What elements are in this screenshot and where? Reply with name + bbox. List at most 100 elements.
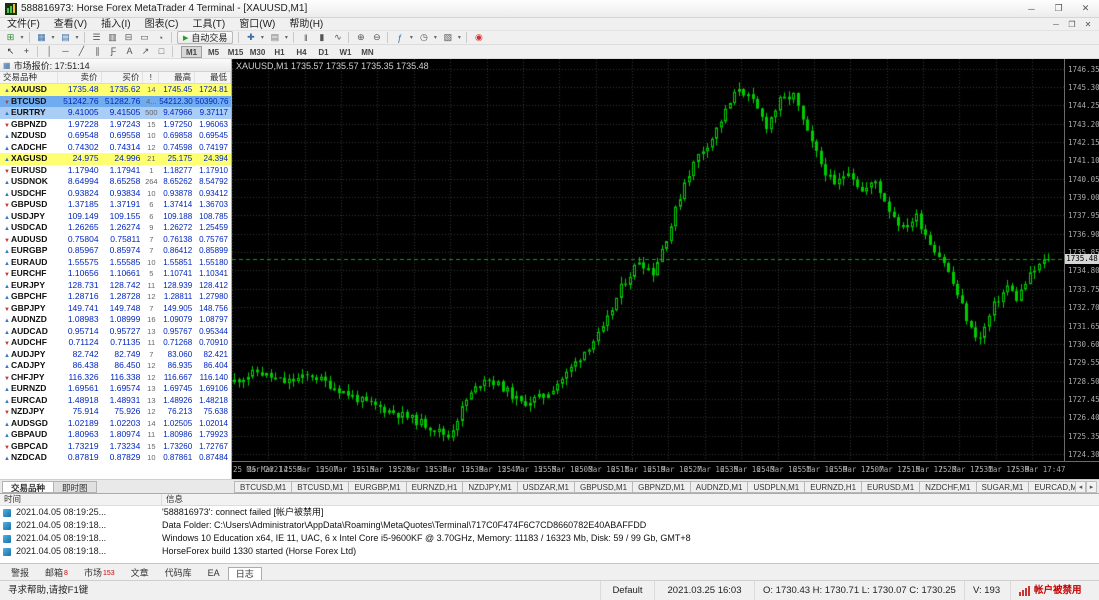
menu-item[interactable]: 查看(V): [47, 19, 94, 30]
market-watch-row[interactable]: ▼AUDCHF 0.71124 0.71135 11 0.71268 0.70910: [0, 337, 231, 349]
terminal-tab-日志[interactable]: 日志: [227, 567, 262, 581]
line-chart-icon[interactable]: ∿: [330, 32, 345, 44]
indicators-icon-caret[interactable]: ▾: [407, 32, 415, 44]
market-watch-row[interactable]: ▼GBPNZD 1.97228 1.97243 15 1.97250 1.96063: [0, 119, 231, 131]
column-high[interactable]: 最高: [159, 72, 196, 83]
market-watch-row[interactable]: ▲EURGBP 0.85967 0.85974 7 0.86412 0.85899: [0, 245, 231, 257]
terminal-tab-邮箱[interactable]: 邮箱 8: [37, 566, 76, 580]
chart-tab[interactable]: USDZAR,M1: [516, 480, 575, 493]
zoom-out-icon[interactable]: ⊖: [369, 32, 384, 44]
market-watch-row[interactable]: ▼CHFJPY 116.326 116.338 12 116.667 116.140: [0, 372, 231, 384]
chart-window-icon-caret[interactable]: ▾: [49, 32, 57, 44]
timeframe-d1[interactable]: D1: [313, 46, 334, 58]
market-watch-row[interactable]: ▲EURJPY 128.731 128.742 11 128.939 128.412: [0, 280, 231, 292]
chart-area[interactable]: XAUUSD,M1 1735.57 1735.57 1735.35 1735.4…: [232, 59, 1099, 479]
profiles-dropdown-icon-caret[interactable]: ▾: [282, 32, 290, 44]
tabs-scroll-left-icon[interactable]: ◂: [1075, 480, 1086, 493]
timeframe-h1[interactable]: H1: [269, 46, 290, 58]
timeframes-dropdown-icon-caret[interactable]: ▾: [431, 32, 439, 44]
menu-item[interactable]: 文件(F): [0, 19, 47, 30]
market-watch-row[interactable]: ▲XAUUSD 1735.48 1735.62 14 1745.45 1724.81: [0, 84, 231, 96]
tabs-scroll-right-icon[interactable]: ▸: [1086, 480, 1097, 493]
market-watch-row[interactable]: ▲USDNOK 8.64994 8.65258 264 8.65262 8.54792: [0, 176, 231, 188]
terminal-icon[interactable]: ▭: [137, 32, 152, 44]
market-watch-row[interactable]: ▲NZDUSD 0.69548 0.69558 10 0.69858 0.69545: [0, 130, 231, 142]
market-watch-row[interactable]: ▲AUDCAD 0.95714 0.95727 13 0.95767 0.95344: [0, 326, 231, 338]
cursor-icon[interactable]: ↖: [3, 46, 18, 58]
new-chart-icon-caret[interactable]: ▾: [258, 32, 266, 44]
terminal-tab-代码库[interactable]: 代码库: [157, 566, 200, 580]
market-watch-row[interactable]: ▲NZDCAD 0.87819 0.87829 10 0.87861 0.87484: [0, 452, 231, 464]
profiles-dropdown-icon[interactable]: ▤: [267, 32, 282, 44]
journal-row[interactable]: 2021.04.05 08:19:18... Data Folder: C:\Us…: [0, 519, 1099, 532]
menu-item[interactable]: 图表(C): [138, 19, 186, 30]
market-watch-row[interactable]: ▲EURAUD 1.55575 1.55585 10 1.55851 1.55180: [0, 257, 231, 269]
timeframe-m5[interactable]: M5: [203, 46, 224, 58]
close-button[interactable]: ✕: [1072, 0, 1099, 17]
market-watch-row[interactable]: ▲EURCAD 1.48918 1.48931 13 1.48926 1.48218: [0, 395, 231, 407]
market-watch-row[interactable]: ▲USDJPY 109.149 109.155 6 109.188 108.785: [0, 211, 231, 223]
terminal-tab-警报[interactable]: 警报: [3, 566, 37, 580]
profiles-icon-caret[interactable]: ▾: [73, 32, 81, 44]
minimize-button[interactable]: ─: [1018, 0, 1045, 17]
chart-tab[interactable]: EURNZD,H1: [804, 480, 863, 493]
vertical-line-icon[interactable]: │: [42, 45, 57, 57]
indicators-icon[interactable]: ƒ: [392, 32, 407, 44]
chart-tab[interactable]: USDPLN,M1: [747, 480, 806, 493]
column-message[interactable]: 信息: [162, 494, 1099, 505]
market-watch-row[interactable]: ▼GBPUSD 1.37185 1.37191 6 1.37414 1.36703: [0, 199, 231, 211]
strategy-tester-icon[interactable]: ◔: [153, 32, 168, 44]
data-window-icon[interactable]: ▥: [105, 32, 120, 44]
timeframe-h4[interactable]: H4: [291, 46, 312, 58]
chart-tab[interactable]: EURNZD,H1: [405, 480, 464, 493]
profiles-icon[interactable]: ▤: [58, 32, 73, 44]
templates-icon[interactable]: ▧: [440, 32, 455, 44]
market-watch-row[interactable]: ▲USDCHF 0.93824 0.93834 10 0.93878 0.93412: [0, 188, 231, 200]
fibonacci-icon[interactable]: Ƒ: [106, 45, 121, 57]
chart-tab[interactable]: NZDJPY,M1: [462, 480, 518, 493]
market-watch-row[interactable]: ▲GBPCHF 1.28716 1.28728 12 1.28811 1.27980: [0, 291, 231, 303]
market-watch-row[interactable]: ▼GBPCAD 1.73219 1.73234 15 1.73260 1.72767: [0, 441, 231, 453]
chart-tab[interactable]: BTCUSD,M1: [234, 480, 293, 493]
crosshair-icon[interactable]: +: [19, 45, 34, 57]
chart-tab[interactable]: BTCUSD,M1: [291, 480, 350, 493]
channel-icon[interactable]: ∥: [90, 46, 105, 58]
column-spread[interactable]: !: [143, 72, 160, 83]
navigator-icon[interactable]: ⊟: [121, 32, 136, 44]
column-symbol[interactable]: 交易品种: [0, 72, 58, 83]
market-watch-row[interactable]: ▲CADJPY 86.438 86.450 12 86.935 86.404: [0, 360, 231, 372]
column-ask[interactable]: 买价: [102, 72, 144, 83]
timeframes-dropdown-icon[interactable]: ◷: [416, 32, 431, 44]
terminal-tab-文章[interactable]: 文章: [123, 566, 157, 580]
chart-tab[interactable]: SUGAR,M1: [975, 480, 1030, 493]
child-restore-button[interactable]: ❐: [1064, 20, 1080, 29]
market-watch-row[interactable]: ▲AUDSGD 1.02189 1.02203 14 1.02505 1.02014: [0, 418, 231, 430]
child-close-button[interactable]: ✕: [1080, 20, 1096, 29]
market-watch-row[interactable]: ▼AUDUSD 0.75804 0.75811 7 0.76138 0.75767: [0, 234, 231, 246]
market-watch-tab[interactable]: 交易品种: [2, 480, 55, 493]
time-axis[interactable]: 25 Mar 2021 25 Mar 14:59 25 Mar 15:07 25 Ma…: [232, 461, 1099, 479]
terminal-tab-EA[interactable]: EA: [200, 566, 228, 580]
column-bid[interactable]: 卖价: [58, 72, 102, 83]
market-watch-row[interactable]: ▼GBPJPY 149.741 149.748 7 149.905 148.756: [0, 303, 231, 315]
autotrading-button[interactable]: ▶ 自动交易: [177, 31, 234, 44]
timeframe-w1[interactable]: W1: [335, 46, 356, 58]
menu-item[interactable]: 帮助(H): [282, 19, 330, 30]
bar-chart-icon[interactable]: ‖: [298, 32, 313, 44]
market-watch-row[interactable]: ▲AUDNZD 1.08983 1.08999 16 1.09079 1.08797: [0, 314, 231, 326]
market-watch-row[interactable]: ▼EURCHF 1.10656 1.10661 5 1.10741 1.10341: [0, 268, 231, 280]
market-watch-row[interactable]: ▲USDCAD 1.26265 1.26274 9 1.26272 1.25459: [0, 222, 231, 234]
trendline-icon[interactable]: ╱: [74, 46, 89, 58]
menu-item[interactable]: 工具(T): [185, 19, 232, 30]
chart-window-icon[interactable]: ▦: [34, 32, 49, 44]
market-watch-row[interactable]: ▼EURUSD 1.17940 1.17941 1 1.18277 1.17910: [0, 165, 231, 177]
journal-row[interactable]: 2021.04.05 08:19:25... '588816973': conne…: [0, 506, 1099, 519]
new-chart-icon[interactable]: ✚: [243, 32, 258, 44]
journal-row[interactable]: 2021.04.05 08:19:18... Windows 10 Educati…: [0, 532, 1099, 545]
market-watch-row[interactable]: ▲CADCHF 0.74302 0.74314 12 0.74598 0.74197: [0, 142, 231, 154]
column-time[interactable]: 时间: [0, 494, 162, 505]
chart-tab[interactable]: EURCAD,M1: [1028, 480, 1075, 493]
templates-icon-caret[interactable]: ▾: [455, 32, 463, 44]
candlestick-chart[interactable]: [232, 59, 1064, 461]
column-low[interactable]: 最低: [195, 72, 231, 83]
